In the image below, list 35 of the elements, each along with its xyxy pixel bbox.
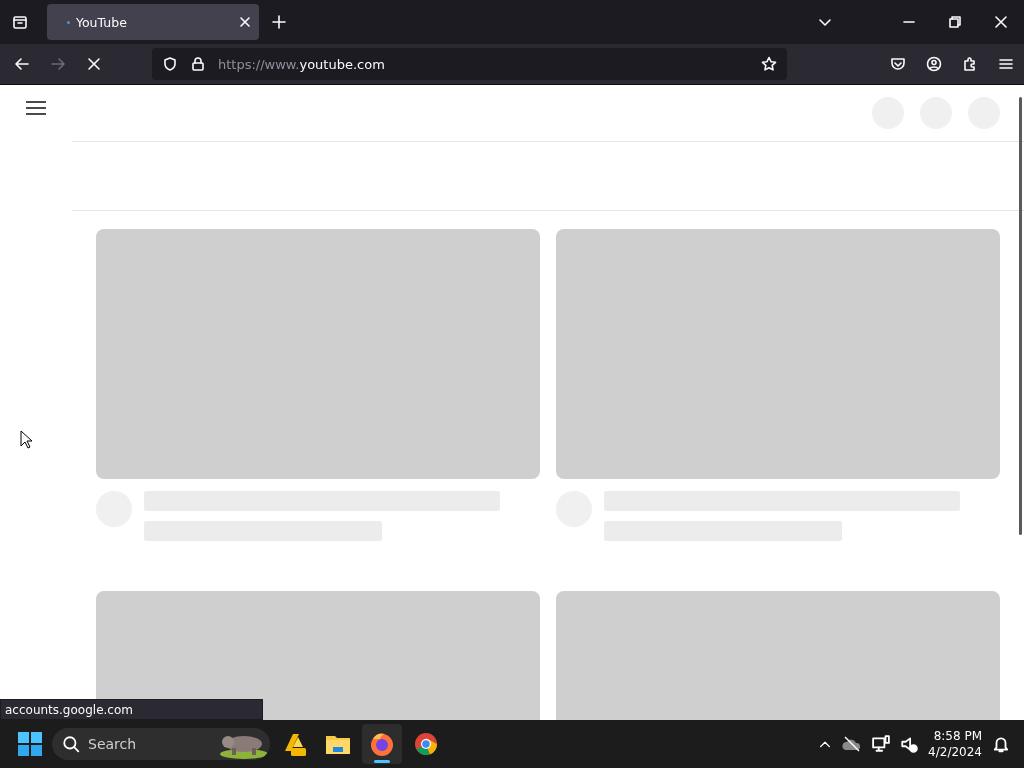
close-icon[interactable] xyxy=(995,16,1007,28)
account-icon[interactable] xyxy=(926,56,942,72)
status-tooltip: accounts.google.com xyxy=(0,699,263,720)
tab-list-icon[interactable] xyxy=(12,14,28,30)
network-icon[interactable] xyxy=(872,735,891,753)
chrome-icon[interactable] xyxy=(414,732,438,756)
clock-date[interactable]: 4/2/2024 xyxy=(928,744,982,760)
bell-icon[interactable] xyxy=(992,735,1010,753)
star-icon[interactable] xyxy=(761,56,777,72)
firefox-icon[interactable] xyxy=(369,731,395,757)
url-text: https://www.youtube.com xyxy=(218,56,386,72)
cloud-offline-icon[interactable] xyxy=(842,736,863,752)
forward-arrow-icon[interactable] xyxy=(50,56,66,72)
cursor-icon xyxy=(20,430,33,449)
menu-icon[interactable] xyxy=(998,56,1014,72)
browser-tab[interactable]: YouTube xyxy=(47,4,259,40)
tab-title: YouTube xyxy=(76,14,128,30)
address-bar[interactable]: https://www.youtube.com xyxy=(152,48,787,80)
close-icon[interactable] xyxy=(239,16,251,28)
back-arrow-icon[interactable] xyxy=(14,56,30,72)
plus-icon[interactable] xyxy=(271,14,287,30)
speaker-muted-icon[interactable] xyxy=(900,735,919,753)
restore-icon[interactable] xyxy=(949,16,961,28)
menu-icon[interactable] xyxy=(26,101,46,115)
pocket-icon[interactable] xyxy=(890,56,906,72)
folder-icon[interactable] xyxy=(325,733,351,755)
windows-start-icon[interactable] xyxy=(18,732,42,756)
search-icon[interactable] xyxy=(62,735,80,753)
scrollbar[interactable] xyxy=(1019,97,1022,535)
stop-icon[interactable] xyxy=(86,56,102,72)
search-field[interactable]: Search xyxy=(52,728,270,760)
puzzle-icon[interactable] xyxy=(962,56,978,72)
clock-time[interactable]: 8:58 PM xyxy=(933,728,982,744)
shield-icon[interactable] xyxy=(162,56,178,72)
lock-icon[interactable] xyxy=(190,56,206,72)
